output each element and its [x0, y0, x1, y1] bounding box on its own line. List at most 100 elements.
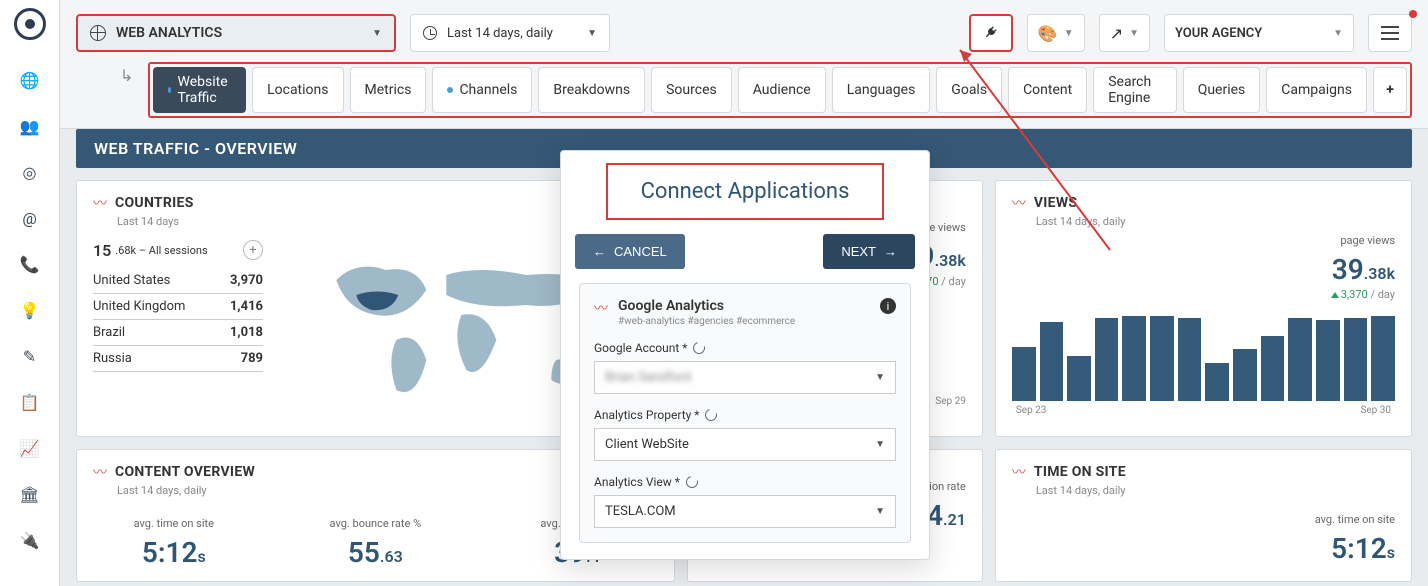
tab-locations[interactable]: Locations	[252, 67, 343, 113]
tab-queries[interactable]: Queries	[1183, 67, 1261, 113]
time-on-site-card: 〰 TIME ON SITE Last 14 days, daily avg. …	[995, 449, 1412, 582]
provider-card: 〰 Google Analytics #web-analytics #agenc…	[579, 283, 911, 543]
sessions-small: .68k – All sessions	[115, 244, 207, 257]
chevron-down-icon: ▼	[372, 28, 382, 39]
country-list: 15 .68k – All sessions + United States3,…	[93, 240, 263, 424]
sparkline-icon: 〰	[1012, 193, 1026, 213]
globe-icon	[90, 25, 106, 41]
theme-icon: 🎨	[1038, 24, 1058, 43]
sparkline-icon: 〰	[93, 193, 107, 213]
country-row[interactable]: Brazil1,018	[93, 320, 263, 346]
analytics-property-label: Analytics Property *	[594, 408, 896, 422]
people-icon[interactable]: 👥	[20, 116, 40, 136]
share-icon: ↗	[1110, 24, 1123, 43]
date-range-selector[interactable]: Last 14 days, daily ▼	[410, 14, 610, 52]
country-row[interactable]: United Kingdom1,416	[93, 294, 263, 320]
share-button[interactable]: ↗▼	[1099, 14, 1150, 52]
arrow-right-icon: →	[884, 244, 897, 259]
views-card: 〰 VIEWS Last 14 days, daily page views 3…	[995, 180, 1412, 437]
tab-audience[interactable]: Audience	[738, 67, 826, 113]
bank-icon[interactable]: 🏛	[20, 484, 40, 504]
phone-icon[interactable]: 📞	[20, 254, 40, 274]
edit-icon[interactable]: ✎	[20, 346, 40, 366]
globe-icon[interactable]: 🌐	[20, 70, 40, 90]
tab-breakdowns[interactable]: Breakdowns	[538, 67, 645, 113]
views-bar-chart	[1012, 311, 1395, 401]
target-icon[interactable]: ◎	[20, 162, 40, 182]
sparkline-icon: 〰	[93, 462, 107, 482]
modal-title: Connect Applications	[606, 163, 884, 220]
add-metric-button[interactable]: +	[243, 240, 263, 260]
connect-applications-modal: Connect Applications ←CANCEL NEXT→ 〰 Goo…	[560, 150, 930, 560]
tab-website-traffic[interactable]: Website Traffic	[153, 67, 246, 113]
tab-content[interactable]: Content	[1008, 67, 1087, 113]
metric-label: avg. time on site	[93, 517, 255, 530]
tab-languages[interactable]: Languages	[832, 67, 931, 113]
refresh-icon[interactable]	[684, 474, 700, 490]
chevron-down-icon: ▼	[875, 372, 885, 383]
cancel-button[interactable]: ←CANCEL	[575, 234, 685, 269]
info-icon[interactable]: i	[880, 298, 896, 314]
app-logo	[14, 8, 46, 40]
tab-search-engine[interactable]: Search Engine	[1093, 67, 1176, 113]
provider-tags: #web-analytics #agencies #ecommerce	[618, 316, 795, 327]
chart-icon[interactable]: 📈	[20, 438, 40, 458]
google-account-select[interactable]: Brian Sandford▼	[594, 361, 896, 394]
country-row[interactable]: United States3,970	[93, 268, 263, 294]
date-range-label: Last 14 days, daily	[447, 26, 553, 41]
chevron-down-icon: ▼	[587, 28, 597, 39]
google-account-label: Google Account *	[594, 341, 896, 355]
plug-icon	[980, 22, 1003, 45]
next-button[interactable]: NEXT→	[823, 234, 915, 269]
chevron-down-icon: ▼	[1129, 28, 1139, 39]
tab-channels[interactable]: Channels	[432, 67, 532, 113]
connect-apps-button[interactable]	[969, 14, 1013, 52]
notification-dot	[1409, 10, 1417, 18]
tab-goals[interactable]: Goals	[936, 67, 1002, 113]
chevron-down-icon: ▼	[875, 439, 885, 450]
clock-icon	[423, 26, 437, 40]
country-row[interactable]: Russia789	[93, 346, 263, 372]
arrow-left-icon: ←	[593, 244, 606, 259]
card-title: VIEWS	[1034, 195, 1078, 211]
tabs-container: Website Traffic Locations Metrics Channe…	[148, 62, 1412, 118]
idea-icon[interactable]: 💡	[20, 300, 40, 320]
chevron-down-icon: ▼	[1333, 28, 1343, 39]
analytics-property-select[interactable]: Client WebSite▼	[594, 428, 896, 461]
card-title: COUNTRIES	[115, 195, 194, 211]
provider-title: Google Analytics	[618, 298, 795, 314]
refresh-icon[interactable]	[703, 407, 719, 423]
add-tab-button[interactable]: +	[1373, 67, 1407, 113]
topbar: WEB ANALYTICS ▼ Last 14 days, daily ▼ 🎨▼…	[60, 0, 1428, 52]
sparkline-icon: 〰	[1012, 462, 1026, 482]
subreport-arrow-icon: ↳	[120, 66, 133, 85]
metric-label: page views	[1012, 234, 1395, 247]
hamburger-icon	[1381, 26, 1399, 40]
analytics-view-label: Analytics View *	[594, 475, 896, 489]
agency-label: YOUR AGENCY	[1175, 26, 1262, 41]
provider-icon: 〰	[594, 298, 608, 318]
chevron-down-icon: ▼	[1064, 28, 1074, 39]
dashboard-selector-label: WEB ANALYTICS	[116, 25, 222, 41]
plug-rail-icon[interactable]: 🔌	[20, 530, 40, 550]
dashboard-selector[interactable]: WEB ANALYTICS ▼	[76, 14, 396, 52]
clipboard-icon[interactable]: 📋	[20, 392, 40, 412]
card-title: CONTENT OVERVIEW	[115, 464, 255, 480]
analytics-view-select[interactable]: TESLA.COM▼	[594, 495, 896, 528]
metric-label: avg. time on site	[1012, 513, 1395, 526]
tab-metrics[interactable]: Metrics	[350, 67, 427, 113]
tab-campaigns[interactable]: Campaigns	[1266, 67, 1367, 113]
active-dot-icon	[447, 87, 453, 93]
card-title: TIME ON SITE	[1034, 464, 1126, 480]
at-icon[interactable]: @	[20, 208, 40, 228]
card-subtitle: Last 14 days, daily	[1036, 215, 1395, 228]
refresh-icon[interactable]	[691, 340, 707, 356]
theme-button[interactable]: 🎨▼	[1027, 14, 1085, 52]
chevron-down-icon: ▼	[875, 506, 885, 517]
tab-sources[interactable]: Sources	[651, 67, 732, 113]
card-subtitle: Last 14 days, daily	[1036, 484, 1395, 497]
menu-button[interactable]	[1368, 14, 1412, 52]
metric-label: avg. bounce rate %	[295, 517, 457, 530]
agency-selector[interactable]: YOUR AGENCY ▼	[1164, 14, 1354, 52]
sidebar-rail: 🌐 👥 ◎ @ 📞 💡 ✎ 📋 📈 🏛 🔌	[0, 0, 60, 586]
